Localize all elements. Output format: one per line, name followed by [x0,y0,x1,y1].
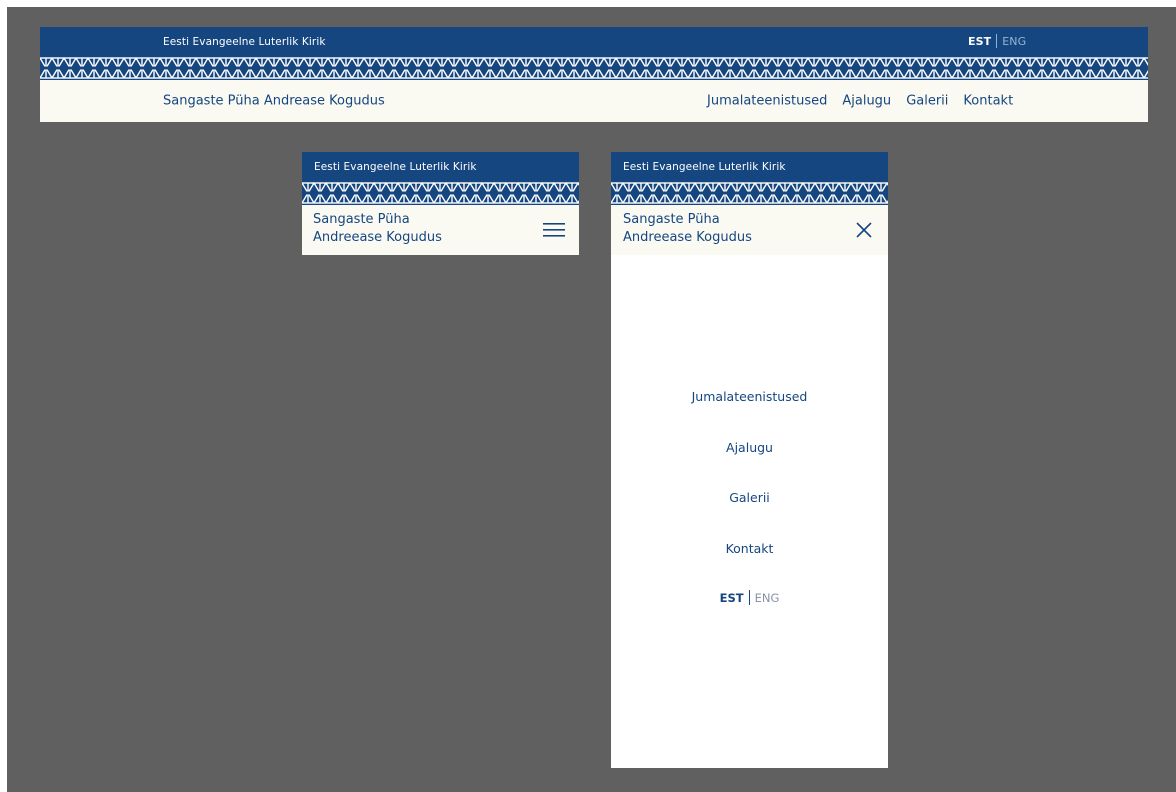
folk-pattern-border [40,56,1148,80]
site-title[interactable]: Sangaste Püha Andreease Kogudus [313,211,442,247]
site-title-line1: Sangaste Püha [623,212,720,227]
mobile-header-collapsed: Eesti Evangeelne Luterlik Kirik Sangaste… [302,152,579,255]
site-title-line1: Sangaste Püha [313,212,410,227]
language-switcher: EST ENG [968,33,1026,49]
hamburger-menu-icon[interactable] [543,222,565,238]
site-title[interactable]: Sangaste Püha Andrease Kogudus [163,94,385,109]
site-title[interactable]: Sangaste Püha Andreease Kogudus [623,211,752,247]
main-nav-bar: Sangaste Püha Andreease Kogudus [302,205,579,255]
language-switcher: EST ENG [611,590,888,606]
top-bar: Eesti Evangeelne Luterlik Kirik [302,152,579,181]
lang-est[interactable]: EST [720,591,744,605]
desktop-header: Eesti Evangeelne Luterlik Kirik EST ENG S… [40,27,1148,122]
lang-divider [748,590,750,605]
main-nav-bar: Sangaste Püha Andreease Kogudus [611,205,888,255]
nav-link-galerii[interactable]: Galerii [906,94,948,109]
folk-pattern-border [302,181,579,205]
nav-link-kontakt[interactable]: Kontakt [963,94,1013,109]
lang-divider [996,33,998,48]
org-name: Eesti Evangeelne Luterlik Kirik [314,160,477,173]
menu-item-jumalateenistused[interactable]: Jumalateenistused [611,389,888,404]
folk-pattern-border [611,181,888,205]
top-bar: Eesti Evangeelne Luterlik Kirik [611,152,888,181]
close-icon[interactable] [855,221,873,239]
site-title-line2: Andreease Kogudus [313,230,442,245]
menu-item-galerii[interactable]: Galerii [611,490,888,505]
mobile-menu-expanded: Eesti Evangeelne Luterlik Kirik Sangaste… [611,152,888,768]
lang-eng[interactable]: ENG [755,591,780,605]
lang-eng[interactable]: ENG [1002,35,1026,48]
nav-link-ajalugu[interactable]: Ajalugu [842,94,891,109]
lang-est[interactable]: EST [968,35,991,48]
menu-item-kontakt[interactable]: Kontakt [611,541,888,556]
org-name: Eesti Evangeelne Luterlik Kirik [163,35,326,48]
top-bar: Eesti Evangeelne Luterlik Kirik EST ENG [40,27,1148,56]
design-canvas [7,7,1176,792]
main-nav-bar: Sangaste Püha Andrease Kogudus Jumalatee… [40,80,1148,122]
nav-link-jumalateenistused[interactable]: Jumalateenistused [707,94,827,109]
site-title-line2: Andreease Kogudus [623,230,752,245]
mobile-menu-panel: Jumalateenistused Ajalugu Galerii Kontak… [611,255,888,768]
menu-item-ajalugu[interactable]: Ajalugu [611,440,888,455]
nav-links: Jumalateenistused Ajalugu Galerii Kontak… [707,94,1013,109]
org-name: Eesti Evangeelne Luterlik Kirik [623,160,786,173]
